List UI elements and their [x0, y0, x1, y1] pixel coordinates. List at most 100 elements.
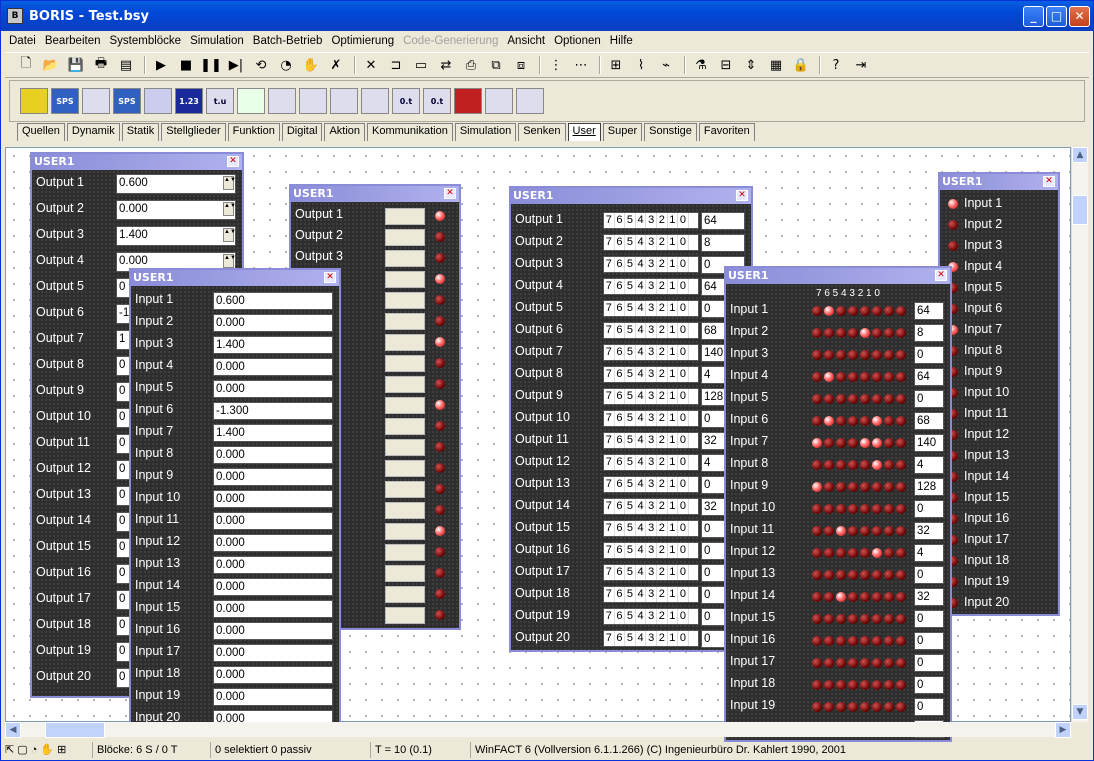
panel-title-bar[interactable]: USER1 ✕ [131, 270, 339, 286]
bit-cell[interactable]: 4 [636, 367, 647, 382]
menu-batch-betrieb[interactable]: Batch-Betrieb [253, 35, 323, 47]
bit-cell[interactable]: 0 [678, 345, 689, 360]
bit-cell[interactable]: 7 [604, 433, 615, 448]
output-toggle-button[interactable] [385, 229, 425, 246]
bit-cell[interactable]: 0 [678, 477, 689, 492]
app-icon[interactable]: B [7, 8, 23, 24]
output-toggle-button[interactable] [385, 544, 425, 561]
spinner-icon[interactable]: ▲▼ [223, 176, 236, 190]
bit-cell[interactable]: 4 [636, 455, 647, 470]
bit-selector[interactable]: 76543210 [603, 432, 699, 449]
output-value-input[interactable]: 0.000 ▲▼ [116, 200, 236, 220]
bit-selector[interactable]: 76543210 [603, 564, 699, 581]
bit-cell[interactable]: 5 [625, 499, 636, 514]
bit-cell[interactable]: 1 [668, 455, 679, 470]
output-toggle-button[interactable] [385, 208, 425, 225]
bit-cell[interactable]: 0 [678, 543, 689, 558]
bit-cell[interactable]: 2 [657, 565, 668, 580]
bit-cell[interactable]: 5 [625, 323, 636, 338]
output-toggle-button[interactable] [385, 607, 425, 624]
pause-button[interactable]: ❚❚ [200, 55, 222, 75]
bit-cell[interactable]: 7 [604, 543, 615, 558]
panel-title-bar[interactable]: USER1 ✕ [511, 188, 751, 204]
bit-cell[interactable]: 7 [604, 323, 615, 338]
horizontal-scroll-thumb[interactable] [45, 722, 105, 738]
bit-cell[interactable]: 1 [668, 521, 679, 536]
bit-cell[interactable]: 2 [657, 213, 668, 228]
panel-title-bar[interactable]: USER1 ✕ [940, 174, 1058, 190]
output-toggle-button[interactable] [385, 565, 425, 582]
bit-cell[interactable]: 2 [657, 367, 668, 382]
tab-favoriten[interactable]: Favoriten [698, 123, 755, 141]
wizard-button[interactable]: ⚗ [690, 55, 712, 75]
output-value-input[interactable]: 0.600 ▲▼ [116, 174, 236, 194]
bit-cell[interactable]: 2 [657, 477, 668, 492]
close-button[interactable]: ✕ [1069, 6, 1090, 27]
eraser-icon[interactable] [144, 88, 172, 114]
bit-cell[interactable]: 5 [625, 389, 636, 404]
bit-cell[interactable]: 3 [646, 543, 657, 558]
digital-time-icon[interactable]: t.u [206, 88, 234, 114]
bit-cell[interactable]: 0 [678, 323, 689, 338]
connect-button[interactable]: ⊐ [385, 55, 407, 75]
output-toggle-button[interactable] [385, 313, 425, 330]
color-bar-icon[interactable] [454, 88, 482, 114]
bit-cell[interactable]: 6 [615, 279, 626, 294]
bit-cell[interactable]: 2 [657, 279, 668, 294]
bit-cell[interactable]: 2 [657, 543, 668, 558]
bit-selector[interactable]: 76543210 [603, 388, 699, 405]
binary-display-icon[interactable] [82, 88, 110, 114]
bit-cell[interactable]: 1 [668, 213, 679, 228]
bit-cell[interactable]: 2 [657, 345, 668, 360]
horizontal-scrollbar[interactable]: ◀ ▶ [5, 722, 1071, 738]
breakpoint-button[interactable]: ✗ [325, 55, 347, 75]
output-toggle-button[interactable] [385, 334, 425, 351]
bit-selector[interactable]: 76543210 [603, 542, 699, 559]
slider-bank-icon[interactable] [330, 88, 358, 114]
bit-cell[interactable]: 1 [668, 301, 679, 316]
output-toggle-button[interactable] [385, 439, 425, 456]
output-value-input[interactable]: 1.400 ▲▼ [116, 226, 236, 246]
bit-cell[interactable]: 1 [668, 279, 679, 294]
bit-cell[interactable]: 4 [636, 587, 647, 602]
bit-cell[interactable]: 7 [604, 389, 615, 404]
tab-kommunikation[interactable]: Kommunikation [367, 123, 453, 141]
bit-cell[interactable]: 3 [646, 477, 657, 492]
bit-cell[interactable]: 4 [636, 543, 647, 558]
bit-cell[interactable]: 4 [636, 499, 647, 514]
bit-cell[interactable]: 6 [615, 455, 626, 470]
bit-cell[interactable]: 1 [668, 323, 679, 338]
bit-cell[interactable]: 1 [668, 345, 679, 360]
bit-cell[interactable]: 2 [657, 411, 668, 426]
move-button[interactable]: ⇕ [740, 55, 762, 75]
bit-cell[interactable]: 3 [646, 367, 657, 382]
bit-cell[interactable]: 6 [615, 301, 626, 316]
bit-selector[interactable]: 76543210 [603, 322, 699, 339]
bit-cell[interactable]: 2 [657, 521, 668, 536]
bit-cell[interactable]: 4 [636, 433, 647, 448]
bit-selector[interactable]: 76543210 [603, 608, 699, 625]
lock-button[interactable]: 🔒 [790, 55, 812, 75]
bit-cell[interactable]: 6 [615, 345, 626, 360]
bit-cell[interactable]: 0 [678, 433, 689, 448]
bit-cell[interactable]: 1 [668, 433, 679, 448]
bit-cell[interactable]: 1 [668, 543, 679, 558]
bit-cell[interactable]: 0 [678, 411, 689, 426]
bit-cell[interactable]: 4 [636, 411, 647, 426]
bit-cell[interactable]: 5 [625, 279, 636, 294]
numeric-display-icon[interactable]: 1.23 [175, 88, 203, 114]
bit-selector[interactable]: 76543210 [603, 234, 699, 251]
output-toggle-button[interactable] [385, 460, 425, 477]
bit-cell[interactable]: 7 [604, 345, 615, 360]
bit-selector[interactable]: 76543210 [603, 366, 699, 383]
bit-cell[interactable]: 3 [646, 631, 657, 646]
input-bits-panel[interactable]: USER1 ✕ 7 6 5 4 3 2 1 0 Input 1 64 Input 2 8 In… [724, 266, 952, 742]
bit-cell[interactable]: 6 [615, 433, 626, 448]
close-icon[interactable]: ✕ [935, 270, 947, 281]
bit-cell[interactable]: 1 [668, 631, 679, 646]
block-button[interactable]: ▭ [410, 55, 432, 75]
bit-cell[interactable]: 6 [615, 213, 626, 228]
output-toggle-button[interactable] [385, 586, 425, 603]
diagram-canvas[interactable]: USER1 ✕ Output 1 0.600 ▲▼ Output 2 0.000 ▲▼ Outp… [5, 147, 1071, 742]
sps-blue-icon[interactable]: SPS [51, 88, 79, 114]
